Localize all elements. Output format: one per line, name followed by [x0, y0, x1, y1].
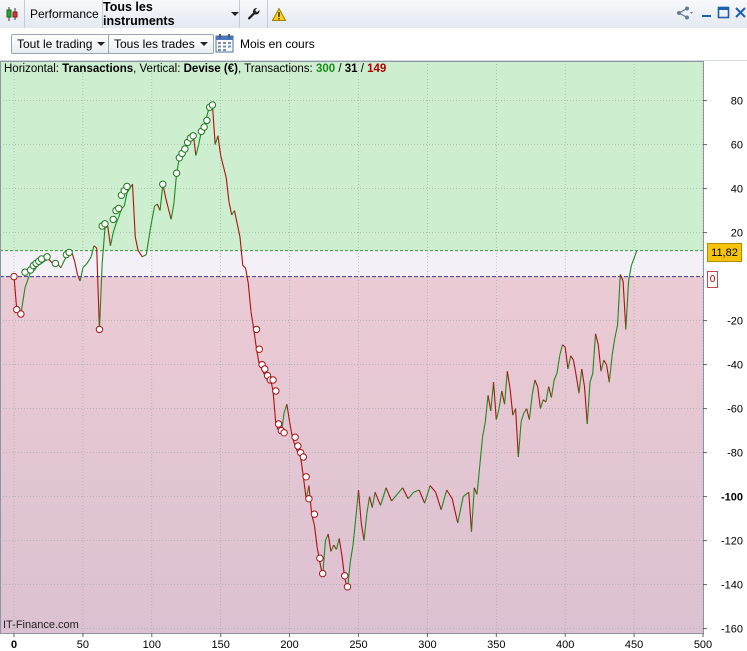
- winning-count: 300: [315, 63, 336, 75]
- instruments-dropdown[interactable]: Tous les instruments: [103, 0, 240, 28]
- chart-header: Horizontal: Transactions, Vertical: Devi…: [4, 63, 386, 75]
- new-high-marker: [172, 169, 181, 177]
- current-value-badge: 11,82: [707, 243, 742, 262]
- new-low-marker: [341, 572, 349, 580]
- share-icon[interactable]: [676, 6, 694, 20]
- negative-zone: [0, 276, 703, 633]
- y-tick-label: -160: [721, 624, 743, 636]
- chevron-down-icon: [97, 42, 106, 46]
- horizontal-value: Transactions: [62, 63, 134, 75]
- maximize-icon[interactable]: [717, 6, 730, 19]
- new-low-marker: [343, 583, 352, 591]
- y-tick-label: -140: [721, 580, 743, 592]
- x-tick-label: 300: [418, 639, 436, 651]
- new-high-marker: [189, 132, 197, 140]
- title-bar: Performance Tous les instruments: [0, 0, 747, 29]
- calendar-icon[interactable]: [215, 33, 234, 53]
- new-high-marker: [203, 116, 211, 125]
- new-high-marker: [109, 215, 117, 224]
- minimize-icon[interactable]: [700, 6, 713, 19]
- x-tick-label: 200: [280, 639, 298, 651]
- losing-count: 149: [367, 63, 387, 75]
- y-tick-label: 20: [731, 228, 743, 240]
- y-tick-label: -20: [727, 316, 743, 328]
- new-low-marker: [269, 376, 277, 384]
- transactions-label: , Transactions:: [237, 63, 316, 75]
- source-label: IT-Finance.com: [3, 619, 79, 631]
- vertical-value: Devise (€): [183, 63, 238, 75]
- new-low-marker: [255, 345, 263, 353]
- new-high-marker: [159, 180, 167, 188]
- new-low-marker: [318, 569, 327, 578]
- trades-filter-dropdown[interactable]: Tous les trades: [108, 34, 214, 54]
- new-low-marker: [316, 554, 324, 562]
- new-low-marker: [299, 453, 308, 461]
- y-tick-label: -40: [727, 360, 743, 372]
- new-low-marker: [17, 310, 25, 318]
- new-high-marker: [200, 123, 208, 131]
- warning-icon[interactable]: [268, 0, 290, 28]
- x-tick-label: 100: [143, 639, 161, 651]
- x-tick-label: 50: [77, 639, 89, 651]
- x-tick-label: 500: [694, 639, 712, 651]
- y-tick-label: -80: [727, 448, 743, 460]
- equity-curve-chart: 80 60 40 20 -20 -40 -60 -80 -100 -120 -140 -160 0 50 1…: [0, 61, 747, 651]
- new-low-marker: [280, 429, 288, 437]
- wrench-icon[interactable]: [241, 0, 268, 28]
- x-tick-label: 250: [349, 639, 367, 651]
- new-low-marker: [310, 510, 319, 518]
- y-tick-label: 80: [731, 96, 743, 108]
- x-tick-label: 150: [212, 639, 230, 651]
- new-high-marker: [43, 253, 51, 261]
- count-separator: /: [357, 63, 368, 75]
- new-low-marker: [261, 365, 269, 373]
- new-high-marker: [101, 220, 109, 228]
- trading-filter-dropdown[interactable]: Tout le trading: [11, 34, 112, 54]
- trading-filter-label: Tout le trading: [17, 37, 93, 51]
- period-label[interactable]: Mois en cours: [240, 37, 315, 51]
- new-low-marker: [291, 433, 299, 441]
- y-tick-label: -100: [721, 492, 743, 504]
- count-separator: /: [335, 63, 345, 75]
- new-low-marker: [10, 272, 18, 281]
- candlestick-icon[interactable]: [0, 0, 25, 28]
- new-high-marker: [51, 259, 60, 268]
- tab-performance[interactable]: Performance: [24, 0, 103, 28]
- new-high-marker: [181, 145, 189, 153]
- trades-filter-label: Tous les trades: [114, 37, 195, 51]
- new-low-marker: [272, 387, 280, 395]
- x-tick-label: 350: [487, 639, 505, 651]
- chevron-down-icon: [231, 12, 239, 16]
- new-low-marker: [252, 325, 261, 334]
- horizontal-label: Horizontal:: [4, 63, 63, 75]
- x-tick-label: 400: [556, 639, 574, 651]
- y-tick-label: -60: [727, 404, 743, 416]
- filter-toolbar: Tout le trading Tous les trades Mois en …: [0, 28, 747, 61]
- y-tick-label: -120: [721, 536, 743, 548]
- tab-performance-label: Performance: [30, 7, 99, 21]
- new-high-marker: [208, 101, 217, 109]
- vertical-label: , Vertical:: [133, 63, 184, 75]
- instruments-label: Tous les instruments: [103, 0, 175, 28]
- x-tick-label: 0: [11, 639, 17, 651]
- neutral-band: [0, 250, 703, 277]
- new-low-marker: [302, 473, 310, 481]
- neutral-count: 31: [344, 63, 358, 75]
- new-high-marker: [123, 182, 131, 191]
- zero-marker: 0: [707, 271, 718, 288]
- new-low-marker: [294, 442, 302, 450]
- new-low-marker: [305, 495, 313, 503]
- new-high-marker: [115, 204, 123, 213]
- new-high-marker: [65, 248, 73, 257]
- close-icon[interactable]: [734, 6, 747, 19]
- chevron-down-icon: [199, 42, 208, 46]
- new-low-marker: [274, 420, 283, 428]
- new-low-marker: [95, 325, 104, 334]
- y-tick-label: 60: [731, 140, 743, 152]
- x-tick-label: 450: [625, 639, 643, 651]
- y-tick-label: 40: [731, 184, 743, 196]
